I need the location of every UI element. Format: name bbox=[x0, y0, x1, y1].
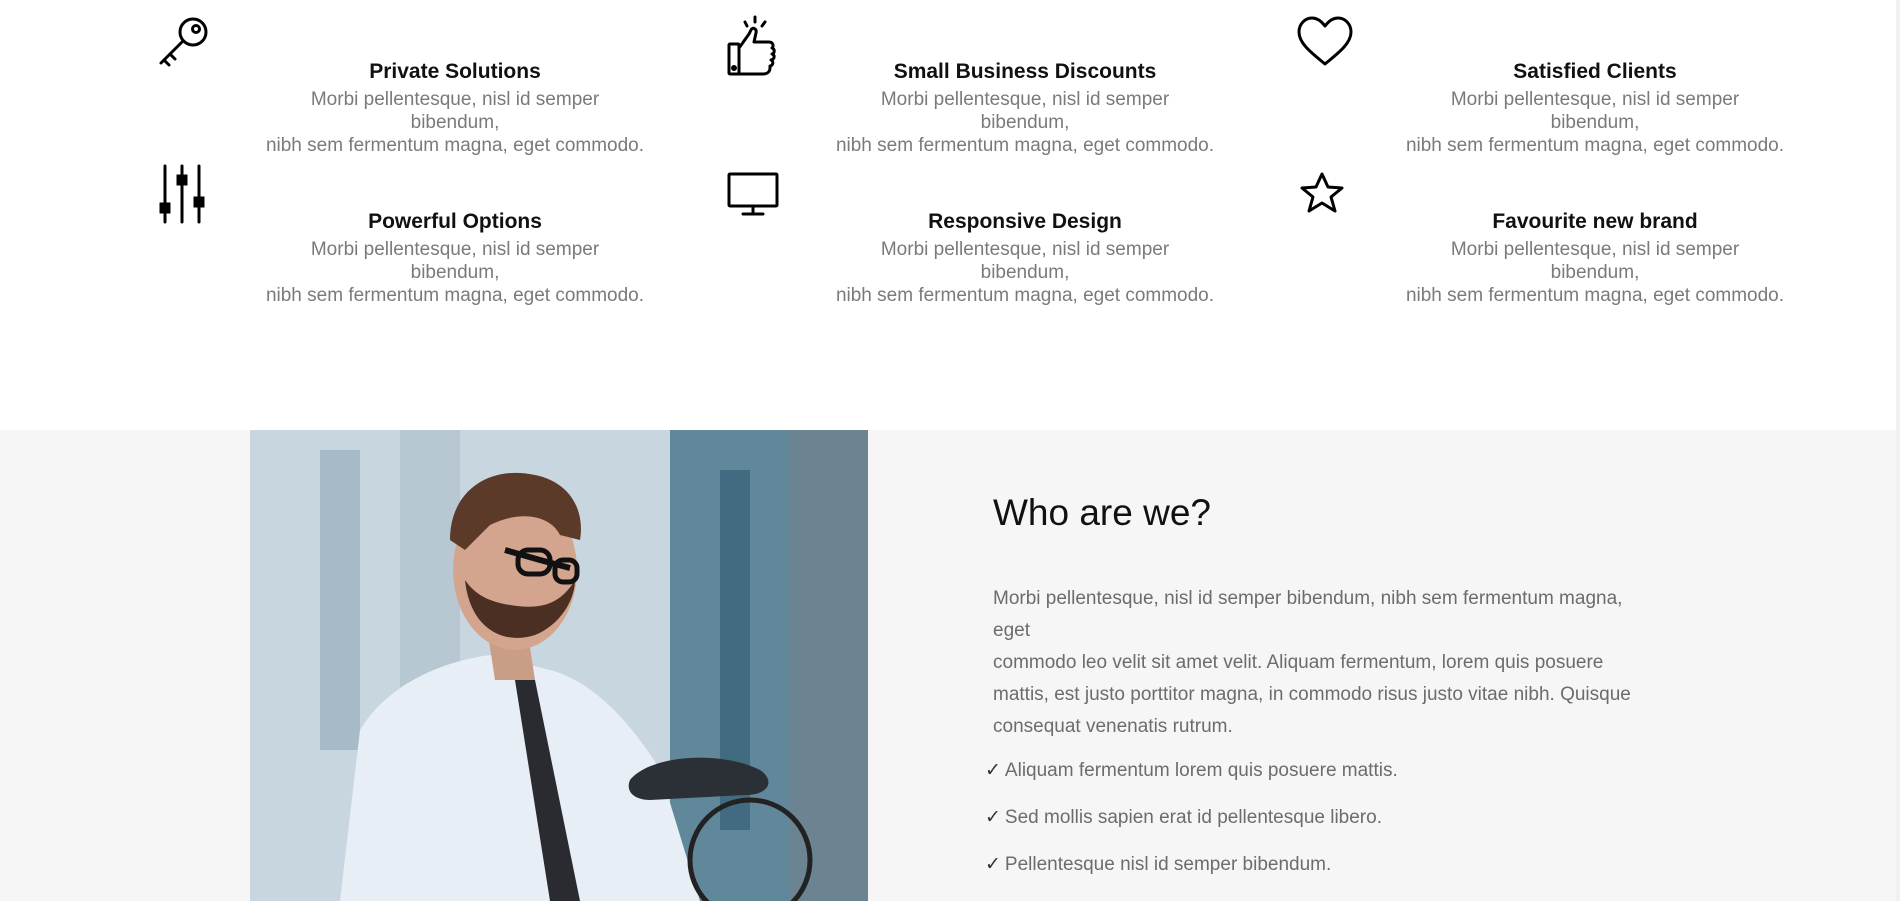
checklist-item: ✓ Aliquam fermentum lorem quis posuere ma… bbox=[985, 758, 1398, 805]
feature-text: Small Business Discounts Morbi pellentes… bbox=[835, 12, 1215, 157]
about-paragraph-line: Morbi pellentesque, nisl id semper biben… bbox=[993, 588, 1623, 641]
features-section: Private Solutions Morbi pellentesque, ni… bbox=[0, 0, 1896, 430]
feature-desc-line: Morbi pellentesque, nisl id semper biben… bbox=[310, 89, 600, 133]
about-paragraph-line: mattis, est justo porttitor magna, in co… bbox=[993, 684, 1631, 705]
checklist-item-text: Pellentesque nisl id semper bibendum. bbox=[1004, 854, 1332, 875]
checkmark-icon: ✓ bbox=[985, 806, 1001, 828]
photo-illustration bbox=[250, 430, 868, 901]
checklist-item: ✓ Sed mollis sapien erat id pellentesque … bbox=[985, 805, 1398, 852]
about-section: Who are we? Morbi pellentesque, nisl id … bbox=[0, 430, 1896, 901]
feature-title: Favourite new brand bbox=[1492, 210, 1698, 233]
man-with-glasses-photo bbox=[250, 430, 868, 901]
feature-desc-line: nibh sem fermentum magna, eget commodo. bbox=[265, 135, 645, 156]
feature-favourite-new-brand: Favourite new brand Morbi pellentesque, … bbox=[1295, 162, 1815, 306]
feature-desc-line: nibh sem fermentum magna, eget commodo. bbox=[265, 285, 645, 306]
feature-powerful-options: Powerful Options Morbi pellentesque, nis… bbox=[155, 162, 675, 306]
feature-desc: Morbi pellentesque, nisl id semper biben… bbox=[1405, 238, 1785, 307]
monitor-icon bbox=[725, 162, 795, 232]
feature-desc-line: nibh sem fermentum magna, eget commodo. bbox=[835, 135, 1215, 156]
about-paragraph-line: consequat venenatis rutrum. bbox=[993, 716, 1233, 737]
feature-title: Small Business Discounts bbox=[893, 60, 1157, 83]
feature-responsive-design: Responsive Design Morbi pellentesque, ni… bbox=[725, 162, 1245, 306]
feature-desc-line: nibh sem fermentum magna, eget commodo. bbox=[835, 285, 1215, 306]
feature-desc-line: Morbi pellentesque, nisl id semper biben… bbox=[880, 239, 1170, 283]
feature-text: Powerful Options Morbi pellentesque, nis… bbox=[265, 162, 645, 307]
thumbs-up-icon bbox=[725, 12, 795, 82]
feature-desc-line: nibh sem fermentum magna, eget commodo. bbox=[1405, 135, 1785, 156]
feature-desc: Morbi pellentesque, nisl id semper biben… bbox=[1405, 88, 1785, 157]
feature-text: Satisfied Clients Morbi pellentesque, ni… bbox=[1405, 12, 1785, 157]
feature-small-business-discounts: Small Business Discounts Morbi pellentes… bbox=[725, 12, 1245, 156]
checkmark-icon: ✓ bbox=[985, 853, 1001, 875]
about-paragraph-line: commodo leo velit sit amet velit. Aliqua… bbox=[993, 652, 1604, 673]
feature-satisfied-clients: Satisfied Clients Morbi pellentesque, ni… bbox=[1295, 12, 1815, 156]
feature-desc-line: Morbi pellentesque, nisl id semper biben… bbox=[1450, 239, 1740, 283]
feature-title: Powerful Options bbox=[368, 210, 542, 233]
sliders-icon bbox=[155, 162, 225, 232]
feature-desc: Morbi pellentesque, nisl id semper biben… bbox=[835, 88, 1215, 157]
feature-title: Private Solutions bbox=[369, 60, 541, 83]
checklist-item-text: Aliquam fermentum lorem quis posuere mat… bbox=[1004, 760, 1398, 781]
feature-checklist: ✓ Aliquam fermentum lorem quis posuere ma… bbox=[985, 758, 1398, 899]
checkmark-icon: ✓ bbox=[985, 759, 1001, 781]
about-paragraph: Morbi pellentesque, nisl id semper biben… bbox=[993, 583, 1663, 743]
feature-desc-line: Morbi pellentesque, nisl id semper biben… bbox=[310, 239, 600, 283]
heart-icon bbox=[1295, 12, 1365, 82]
feature-desc-line: nibh sem fermentum magna, eget commodo. bbox=[1405, 285, 1785, 306]
feature-desc: Morbi pellentesque, nisl id semper biben… bbox=[265, 88, 645, 157]
feature-text: Favourite new brand Morbi pellentesque, … bbox=[1405, 162, 1785, 307]
page-scrollbar[interactable] bbox=[1896, 0, 1900, 901]
feature-text: Private Solutions Morbi pellentesque, ni… bbox=[265, 12, 645, 157]
checklist-item: ✓ Pellentesque nisl id semper bibendum. bbox=[985, 852, 1398, 899]
star-icon bbox=[1295, 162, 1365, 232]
about-heading: Who are we? bbox=[993, 492, 1211, 533]
feature-desc: Morbi pellentesque, nisl id semper biben… bbox=[835, 238, 1215, 307]
feature-desc-line: Morbi pellentesque, nisl id semper biben… bbox=[880, 89, 1170, 133]
key-icon bbox=[155, 12, 225, 82]
feature-title: Responsive Design bbox=[928, 210, 1122, 233]
feature-desc: Morbi pellentesque, nisl id semper biben… bbox=[265, 238, 645, 307]
checklist-item-text: Sed mollis sapien erat id pellentesque l… bbox=[1004, 807, 1382, 828]
feature-text: Responsive Design Morbi pellentesque, ni… bbox=[835, 162, 1215, 307]
feature-title: Satisfied Clients bbox=[1513, 60, 1677, 83]
feature-desc-line: Morbi pellentesque, nisl id semper biben… bbox=[1450, 89, 1740, 133]
feature-private-solutions: Private Solutions Morbi pellentesque, ni… bbox=[155, 12, 675, 156]
